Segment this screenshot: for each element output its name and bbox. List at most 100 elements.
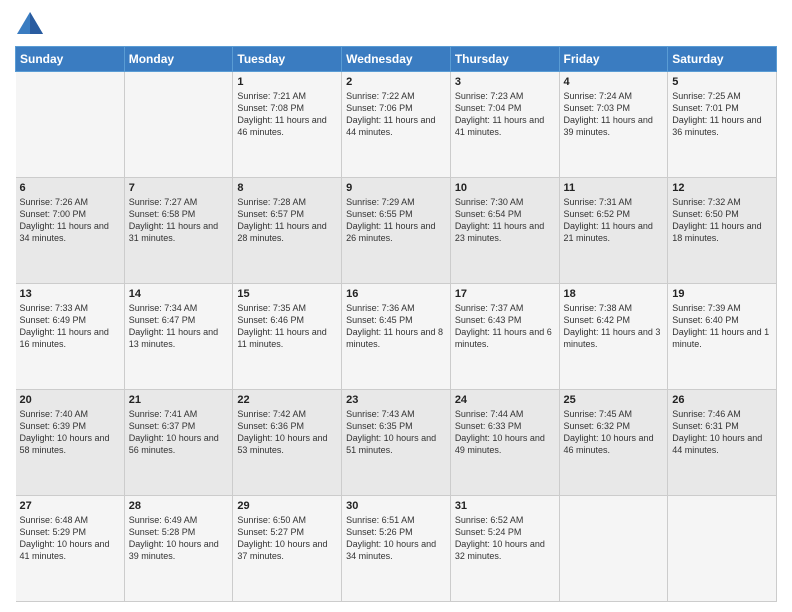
calendar-table: SundayMondayTuesdayWednesdayThursdayFrid… (15, 46, 777, 602)
day-number: 6 (20, 182, 120, 194)
calendar-cell: 26Sunrise: 7:46 AMSunset: 6:31 PMDayligh… (668, 390, 777, 496)
day-number: 17 (455, 288, 555, 300)
cell-info: Sunrise: 6:49 AMSunset: 5:28 PMDaylight:… (129, 514, 229, 563)
day-number: 14 (129, 288, 229, 300)
weekday-header-wednesday: Wednesday (342, 47, 451, 72)
calendar-cell: 28 Sunrise: 6:49 AMSunset: 5:28 PMDayligh… (124, 496, 233, 602)
calendar-cell: 5 Sunrise: 7:25 AMSunset: 7:01 PMDaylight… (668, 72, 777, 178)
day-number: 28 (129, 500, 229, 512)
calendar-cell: 18Sunrise: 7:38 AMSunset: 6:42 PMDayligh… (559, 284, 668, 390)
day-number: 15 (237, 288, 337, 300)
cell-info: Sunrise: 7:27 AMSunset: 6:58 PMDaylight:… (129, 196, 229, 245)
weekday-header-friday: Friday (559, 47, 668, 72)
calendar-body: 1 Sunrise: 7:21 AMSunset: 7:08 PMDaylight… (16, 72, 777, 602)
day-number: 21 (129, 394, 229, 406)
calendar-cell: 20Sunrise: 7:40 AMSunset: 6:39 PMDayligh… (16, 390, 125, 496)
day-number: 2 (346, 76, 446, 88)
cell-info: Sunrise: 7:44 AMSunset: 6:33 PMDaylight:… (455, 408, 555, 457)
cell-info: Sunrise: 7:31 AMSunset: 6:52 PMDaylight:… (564, 196, 664, 245)
calendar-cell (16, 72, 125, 178)
day-number: 27 (20, 500, 120, 512)
weekday-row: SundayMondayTuesdayWednesdayThursdayFrid… (16, 47, 777, 72)
weekday-header-monday: Monday (124, 47, 233, 72)
cell-info: Sunrise: 7:28 AMSunset: 6:57 PMDaylight:… (237, 196, 337, 245)
logo (15, 10, 49, 38)
calendar-cell: 30 Sunrise: 6:51 AMSunset: 5:26 PMDayligh… (342, 496, 451, 602)
calendar-cell: 13 Sunrise: 7:33 AMSunset: 6:49 PMDayligh… (16, 284, 125, 390)
calendar-cell: 12Sunrise: 7:32 AMSunset: 6:50 PMDayligh… (668, 178, 777, 284)
cell-info: Sunrise: 7:26 AMSunset: 7:00 PMDaylight:… (20, 196, 120, 245)
day-number: 18 (564, 288, 664, 300)
cell-info: Sunrise: 6:51 AMSunset: 5:26 PMDaylight:… (346, 514, 446, 563)
weekday-header-sunday: Sunday (16, 47, 125, 72)
day-number: 23 (346, 394, 446, 406)
day-number: 22 (237, 394, 337, 406)
day-number: 3 (455, 76, 555, 88)
calendar-cell: 15 Sunrise: 7:35 AMSunset: 6:46 PMDayligh… (233, 284, 342, 390)
calendar-cell: 31 Sunrise: 6:52 AMSunset: 5:24 PMDayligh… (450, 496, 559, 602)
day-number: 20 (20, 394, 120, 406)
cell-info: Sunrise: 7:24 AMSunset: 7:03 PMDaylight:… (564, 90, 664, 139)
calendar-cell: 24 Sunrise: 7:44 AMSunset: 6:33 PMDayligh… (450, 390, 559, 496)
calendar-cell: 10 Sunrise: 7:30 AMSunset: 6:54 PMDayligh… (450, 178, 559, 284)
cell-info: Sunrise: 7:43 AMSunset: 6:35 PMDaylight:… (346, 408, 446, 457)
calendar-cell: 3 Sunrise: 7:23 AMSunset: 7:04 PMDaylight… (450, 72, 559, 178)
cell-info: Sunrise: 7:33 AMSunset: 6:49 PMDaylight:… (20, 302, 120, 351)
day-number: 16 (346, 288, 446, 300)
cell-info: Sunrise: 7:35 AMSunset: 6:46 PMDaylight:… (237, 302, 337, 351)
page: SundayMondayTuesdayWednesdayThursdayFrid… (0, 0, 792, 612)
weekday-header-tuesday: Tuesday (233, 47, 342, 72)
weekday-header-saturday: Saturday (668, 47, 777, 72)
cell-info: Sunrise: 7:23 AMSunset: 7:04 PMDaylight:… (455, 90, 555, 139)
weekday-header-thursday: Thursday (450, 47, 559, 72)
cell-info: Sunrise: 7:45 AMSunset: 6:32 PMDaylight:… (564, 408, 664, 457)
calendar-cell (559, 496, 668, 602)
calendar-cell: 6 Sunrise: 7:26 AMSunset: 7:00 PMDaylight… (16, 178, 125, 284)
day-number: 24 (455, 394, 555, 406)
cell-info: Sunrise: 7:22 AMSunset: 7:06 PMDaylight:… (346, 90, 446, 139)
logo-icon (15, 10, 45, 38)
day-number: 30 (346, 500, 446, 512)
calendar-cell: 9Sunrise: 7:29 AMSunset: 6:55 PMDaylight… (342, 178, 451, 284)
calendar-cell: 7 Sunrise: 7:27 AMSunset: 6:58 PMDaylight… (124, 178, 233, 284)
calendar-week-1: 1 Sunrise: 7:21 AMSunset: 7:08 PMDaylight… (16, 72, 777, 178)
day-number: 8 (237, 182, 337, 194)
cell-info: Sunrise: 6:52 AMSunset: 5:24 PMDaylight:… (455, 514, 555, 563)
calendar-cell (668, 496, 777, 602)
calendar-week-2: 6 Sunrise: 7:26 AMSunset: 7:00 PMDaylight… (16, 178, 777, 284)
day-number: 5 (672, 76, 772, 88)
cell-info: Sunrise: 7:42 AMSunset: 6:36 PMDaylight:… (237, 408, 337, 457)
calendar-cell: 8 Sunrise: 7:28 AMSunset: 6:57 PMDaylight… (233, 178, 342, 284)
calendar-cell: 2 Sunrise: 7:22 AMSunset: 7:06 PMDaylight… (342, 72, 451, 178)
calendar-cell: 16 Sunrise: 7:36 AMSunset: 6:45 PMDayligh… (342, 284, 451, 390)
day-number: 7 (129, 182, 229, 194)
calendar-cell: 22 Sunrise: 7:42 AMSunset: 6:36 PMDayligh… (233, 390, 342, 496)
cell-info: Sunrise: 7:36 AMSunset: 6:45 PMDaylight:… (346, 302, 446, 351)
day-number: 31 (455, 500, 555, 512)
day-number: 1 (237, 76, 337, 88)
cell-info: Sunrise: 7:46 AMSunset: 6:31 PMDaylight:… (672, 408, 772, 457)
calendar-week-4: 20Sunrise: 7:40 AMSunset: 6:39 PMDayligh… (16, 390, 777, 496)
day-number: 10 (455, 182, 555, 194)
cell-info: Sunrise: 7:39 AMSunset: 6:40 PMDaylight:… (672, 302, 772, 351)
calendar-cell: 19Sunrise: 7:39 AMSunset: 6:40 PMDayligh… (668, 284, 777, 390)
calendar-cell: 23 Sunrise: 7:43 AMSunset: 6:35 PMDayligh… (342, 390, 451, 496)
day-number: 12 (672, 182, 772, 194)
header (15, 10, 777, 38)
cell-info: Sunrise: 7:25 AMSunset: 7:01 PMDaylight:… (672, 90, 772, 139)
cell-info: Sunrise: 7:30 AMSunset: 6:54 PMDaylight:… (455, 196, 555, 245)
calendar-cell: 4Sunrise: 7:24 AMSunset: 7:03 PMDaylight… (559, 72, 668, 178)
cell-info: Sunrise: 7:21 AMSunset: 7:08 PMDaylight:… (237, 90, 337, 139)
calendar-cell: 17 Sunrise: 7:37 AMSunset: 6:43 PMDayligh… (450, 284, 559, 390)
day-number: 29 (237, 500, 337, 512)
calendar-cell (124, 72, 233, 178)
cell-info: Sunrise: 7:41 AMSunset: 6:37 PMDaylight:… (129, 408, 229, 457)
calendar-cell: 29Sunrise: 6:50 AMSunset: 5:27 PMDayligh… (233, 496, 342, 602)
day-number: 13 (20, 288, 120, 300)
day-number: 25 (564, 394, 664, 406)
cell-info: Sunrise: 7:34 AMSunset: 6:47 PMDaylight:… (129, 302, 229, 351)
calendar-cell: 1 Sunrise: 7:21 AMSunset: 7:08 PMDaylight… (233, 72, 342, 178)
calendar-cell: 14 Sunrise: 7:34 AMSunset: 6:47 PMDayligh… (124, 284, 233, 390)
cell-info: Sunrise: 7:29 AMSunset: 6:55 PMDaylight:… (346, 196, 446, 245)
cell-info: Sunrise: 7:37 AMSunset: 6:43 PMDaylight:… (455, 302, 555, 351)
